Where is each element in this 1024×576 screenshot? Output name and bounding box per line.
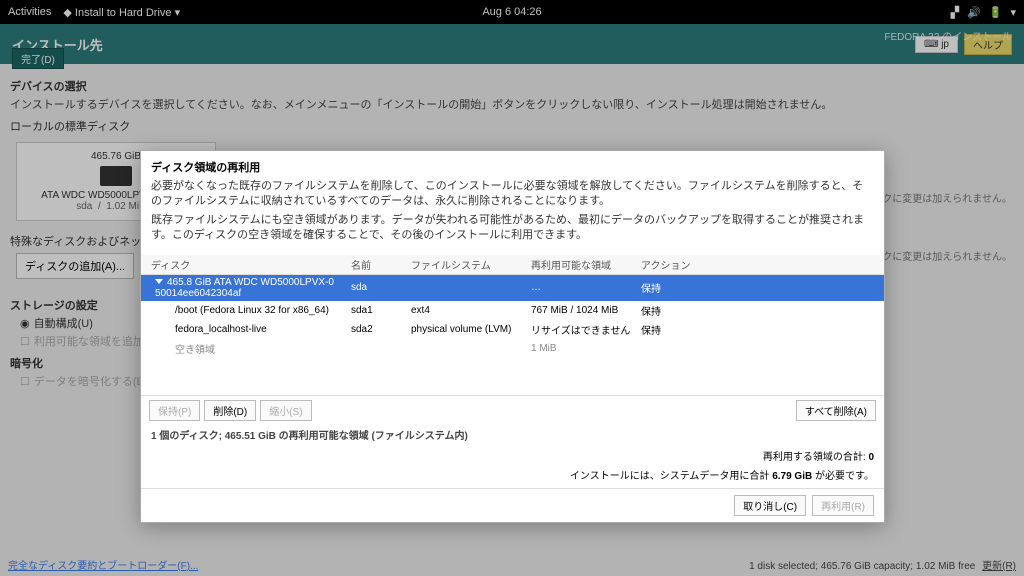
dialog-toolbar: 保持(P) 削除(D) 縮小(S) すべて削除(A) [141,395,884,425]
dialog-title: ディスク領域の再利用 [151,159,874,175]
footer-bar: 完全なディスク要約とブートローダー(F)... 1 disk selected;… [8,557,1016,572]
tree-row-free-space[interactable]: 空き領域 1 MiB [141,339,884,358]
tree-header: ディスク 名前 ファイルシステム 再利用可能な領域 アクション [141,255,884,275]
col-filesystem[interactable]: ファイルシステム [411,257,531,272]
col-reclaimable[interactable]: 再利用可能な領域 [531,257,641,272]
tree-body: 465.8 GiB ATA WDC WD5000LPVX-0 50014ee60… [141,275,884,395]
cancel-button[interactable]: 取り消し(C) [734,495,806,516]
dialog-actions: 取り消し(C) 再利用(R) [141,488,884,522]
delete-all-button[interactable]: すべて削除(A) [796,400,876,421]
space-required: インストールには、システムデータ用に合計 6.79 GiB が必要です。 [141,467,884,488]
refresh-link[interactable]: 更新(R) [982,561,1016,572]
shrink-button[interactable]: 縮小(S) [260,400,311,421]
keep-button[interactable]: 保持(P) [149,400,200,421]
tree-row-partition[interactable]: /boot (Fedora Linux 32 for x86_64) sda1 … [141,301,884,320]
col-disk[interactable]: ディスク [151,257,351,272]
tree-row-disk[interactable]: 465.8 GiB ATA WDC WD5000LPVX-0 50014ee60… [141,275,884,301]
reclaim-total: 再利用する領域の合計: 0 [141,448,884,467]
reclaim-button[interactable]: 再利用(R) [812,495,874,516]
delete-button[interactable]: 削除(D) [204,400,256,421]
dialog-summary: 1 個のディスク; 465.51 GiB の再利用可能な領域 (ファイルシステム… [141,425,884,448]
reclaim-space-dialog: ディスク領域の再利用 必要がなくなった既存のファイルシステムを削除して、このイン… [140,150,885,523]
col-action[interactable]: アクション [641,257,701,272]
full-disk-summary-link[interactable]: 完全なディスク要約とブートローダー(F)... [8,557,198,572]
dialog-paragraph-1: 必要がなくなった既存のファイルシステムを削除して、このインストールに必要な領域を… [151,179,874,210]
tree-row-partition[interactable]: fedora_localhost-live sda2 physical volu… [141,320,884,339]
dialog-paragraph-2: 既存ファイルシステムにも空き領域があります。データが失われる可能性があるため、最… [151,213,874,244]
selection-status: 1 disk selected; 465.76 GiB capacity; 1.… [749,561,975,572]
col-name[interactable]: 名前 [351,257,411,272]
expand-arrow-icon[interactable] [155,279,163,284]
